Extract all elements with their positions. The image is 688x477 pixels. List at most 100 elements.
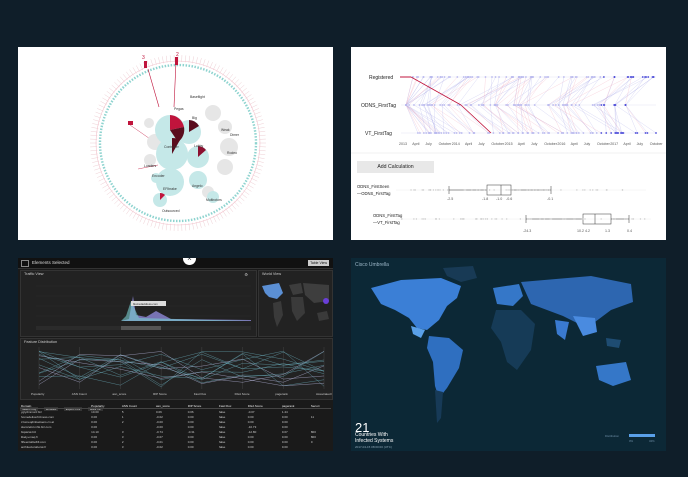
region-africa[interactable]	[291, 297, 305, 321]
timeline-dot[interactable]	[433, 132, 436, 134]
timeline-dot[interactable]	[531, 132, 533, 134]
country-europe[interactable]	[493, 284, 523, 306]
timeline-dot[interactable]	[511, 132, 514, 134]
region-australia[interactable]	[317, 311, 329, 321]
timeline-dot[interactable]	[469, 104, 472, 106]
timeline-dot[interactable]	[458, 132, 461, 134]
timeline-dot[interactable]	[570, 76, 572, 78]
country-north-america[interactable]	[371, 278, 461, 330]
timeline-dot[interactable]	[546, 76, 548, 78]
country-africa[interactable]	[491, 310, 535, 370]
timeline-dot[interactable]	[530, 76, 533, 78]
timeline-dot[interactable]	[572, 132, 574, 134]
timeline-dot[interactable]	[554, 104, 557, 106]
timeline-dot[interactable]	[441, 104, 444, 106]
timeline-dot[interactable]	[422, 132, 425, 134]
timeline-dot[interactable]	[600, 104, 603, 106]
timeline-dot[interactable]	[464, 76, 467, 78]
timeline-dot[interactable]	[417, 132, 419, 134]
timeline-dot[interactable]	[562, 132, 564, 134]
timeline-dot[interactable]	[548, 132, 551, 134]
timeline-dot[interactable]	[515, 104, 517, 106]
timeline-dot[interactable]	[527, 132, 530, 134]
timeline-dot[interactable]	[641, 76, 644, 78]
timeline-dot[interactable]	[469, 76, 472, 78]
timeline-dot[interactable]	[428, 132, 431, 134]
timeline-dot[interactable]	[591, 104, 594, 106]
timeline-dot[interactable]	[506, 104, 509, 106]
timeline-dot[interactable]	[405, 104, 407, 106]
timeline-dot[interactable]	[422, 76, 425, 78]
timeline-dot[interactable]	[582, 132, 585, 134]
timeline-dot[interactable]	[564, 104, 567, 106]
timeline-dot[interactable]	[472, 132, 475, 134]
timeline-dot[interactable]	[439, 104, 442, 106]
timeline-dot[interactable]	[525, 104, 528, 106]
gear-icon[interactable]: ⚙	[244, 272, 248, 277]
country-indonesia[interactable]	[606, 338, 621, 348]
timeline-dot[interactable]	[655, 132, 657, 134]
timeline-dot[interactable]	[578, 104, 581, 106]
timeline-dot[interactable]	[467, 76, 469, 78]
timeline-dot[interactable]	[594, 76, 596, 78]
timeline-dot[interactable]	[645, 76, 647, 78]
timeline-dot[interactable]	[627, 76, 630, 78]
timeline-dot[interactable]	[491, 76, 493, 78]
timeline-dot[interactable]	[600, 132, 603, 134]
timeline-dot[interactable]	[592, 132, 594, 134]
timeline-dot[interactable]	[630, 76, 633, 78]
timeline-dot[interactable]	[489, 104, 492, 106]
timeline-dot[interactable]	[433, 104, 436, 106]
country-brazil[interactable]	[427, 336, 463, 398]
timeline-dot[interactable]	[598, 104, 601, 106]
timeline-dot[interactable]	[465, 104, 468, 106]
timeline-dot[interactable]	[544, 76, 546, 78]
timeline-dot[interactable]	[587, 76, 590, 78]
timeline-dot[interactable]	[455, 132, 458, 134]
timeline-dot[interactable]	[439, 76, 442, 78]
timeline-dot[interactable]	[445, 132, 448, 134]
timeline-dot[interactable]	[537, 132, 540, 134]
bubble[interactable]	[205, 105, 221, 121]
timeline-dot[interactable]	[422, 104, 425, 106]
timeline-dot[interactable]	[591, 76, 594, 78]
timeline-dot[interactable]	[492, 132, 495, 134]
add-calculation-button[interactable]: Add Calculation	[357, 161, 434, 173]
region-europe[interactable]	[289, 283, 303, 295]
timeline-dot[interactable]	[413, 104, 415, 106]
timeline-dot[interactable]	[599, 76, 602, 78]
timeline-dot[interactable]	[442, 132, 445, 134]
timeline-dot[interactable]	[456, 76, 459, 78]
timeline-dot[interactable]	[652, 76, 655, 78]
timeline-dot[interactable]	[425, 132, 428, 134]
timeline-dot[interactable]	[524, 104, 527, 106]
timeline-dot[interactable]	[552, 104, 554, 106]
timeline-dot[interactable]	[562, 76, 565, 78]
timeline-dot[interactable]	[574, 104, 577, 106]
timeline-dot[interactable]	[632, 76, 635, 78]
timeline-dot[interactable]	[528, 104, 530, 106]
timeline-dot[interactable]	[602, 76, 605, 78]
timeline-dot[interactable]	[517, 132, 520, 134]
timeline-dot[interactable]	[421, 104, 423, 106]
timeline-dot[interactable]	[518, 76, 521, 78]
timeline-dot[interactable]	[557, 132, 559, 134]
timeline-dot[interactable]	[487, 132, 489, 134]
timeline-dot[interactable]	[644, 132, 647, 134]
timeline-dot[interactable]	[498, 76, 500, 78]
country-argentina[interactable]	[435, 390, 443, 423]
timeline-dot[interactable]	[456, 104, 459, 106]
timeline-dot[interactable]	[453, 132, 456, 134]
timeline-dot[interactable]	[525, 76, 527, 78]
timeline-dot[interactable]	[505, 76, 508, 78]
timeline-dot[interactable]	[539, 76, 542, 78]
country-india[interactable]	[555, 320, 569, 340]
region-north-america[interactable]	[262, 283, 283, 299]
timeline-dot[interactable]	[616, 132, 619, 134]
timeline-dot[interactable]	[614, 132, 617, 134]
timeline-dot[interactable]	[521, 132, 524, 134]
timeline-dot[interactable]	[593, 104, 596, 106]
timeline-dot[interactable]	[613, 76, 616, 78]
timeline-dot[interactable]	[636, 132, 639, 134]
timeline-dot[interactable]	[408, 104, 410, 106]
